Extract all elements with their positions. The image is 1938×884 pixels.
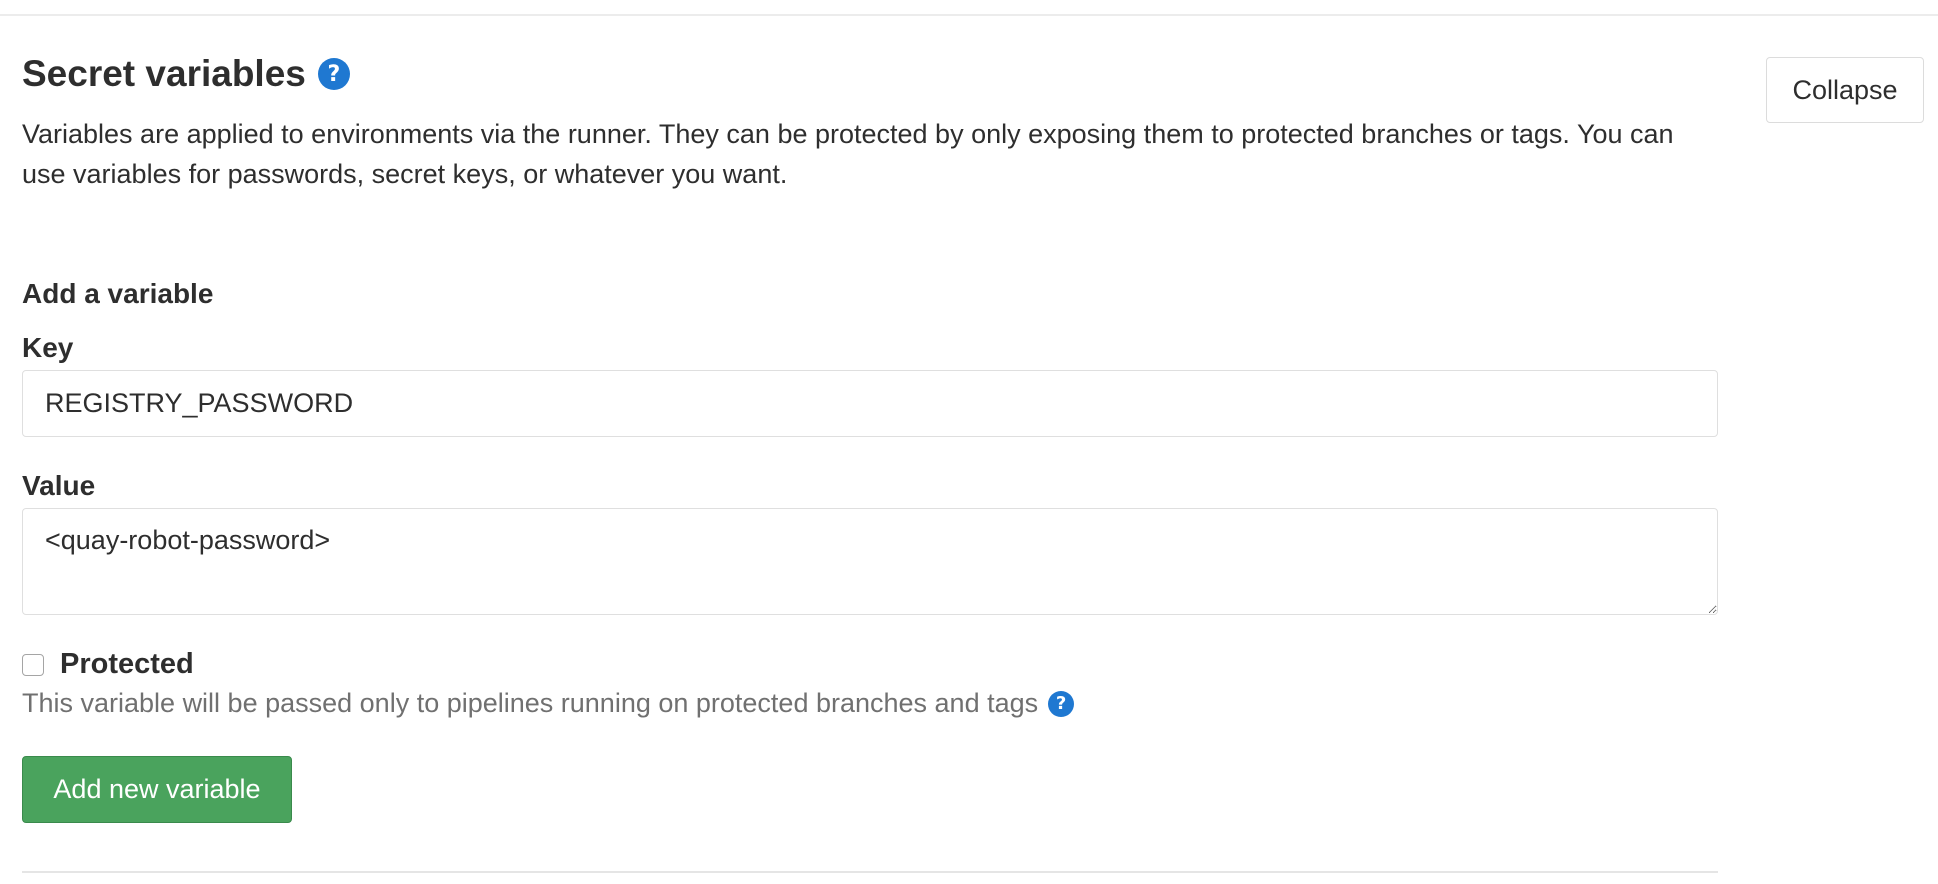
value-label: Value: [22, 470, 96, 501]
protected-checkbox[interactable]: [22, 653, 44, 676]
key-input[interactable]: [22, 370, 1718, 437]
collapse-button[interactable]: Collapse: [1766, 57, 1924, 123]
section-description: Variables are applied to environments vi…: [22, 119, 1674, 189]
secret-variables-page: Secret variables ? Collapse Variables ar…: [0, 0, 1938, 884]
protected-help-text: This variable will be passed only to pip…: [22, 688, 1039, 718]
value-textarea[interactable]: <quay-robot-password>: [22, 508, 1718, 615]
protected-help: This variable will be passed only to pip…: [22, 688, 1075, 719]
question-circle-icon[interactable]: ?: [317, 58, 350, 90]
section-title: Secret variables: [22, 53, 306, 94]
section-header: Secret variables ?: [22, 52, 350, 96]
bottom-divider: [22, 871, 1718, 873]
protected-row: Protected: [22, 648, 194, 681]
question-circle-icon[interactable]: ?: [1048, 690, 1075, 717]
form-heading: Add a variable: [22, 278, 214, 309]
key-label: Key: [22, 332, 74, 363]
protected-label[interactable]: Protected: [60, 648, 194, 681]
add-new-variable-button[interactable]: Add new variable: [22, 756, 292, 823]
top-divider: [0, 14, 1938, 16]
